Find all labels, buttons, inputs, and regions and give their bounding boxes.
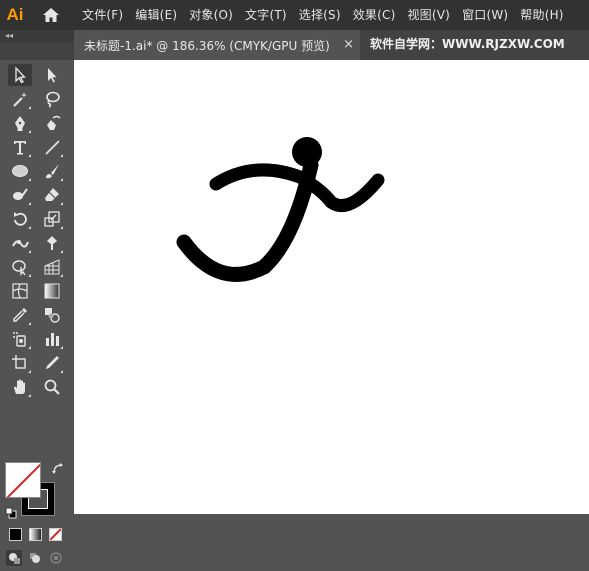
rotate-tool-icon[interactable] [8,208,32,230]
gradient-tool-icon[interactable] [40,280,64,302]
zoom-tool-icon[interactable] [40,376,64,398]
menu-edit[interactable]: 编辑(E) [129,0,183,30]
lasso-tool-icon[interactable] [40,88,64,110]
selection-tool-icon[interactable] [8,64,32,86]
curvature-tool-icon[interactable] [40,112,64,134]
menu-help[interactable]: 帮助(H) [514,0,569,30]
none-button[interactable] [49,528,62,541]
draw-behind-icon[interactable] [27,550,43,566]
eraser-tool-icon[interactable] [40,184,64,206]
tools-panel [0,60,74,566]
shape-builder-tool-icon[interactable] [8,256,32,278]
menu-bar: Ai 文件(F) 编辑(E) 对象(O) 文字(T) 选择(S) 效果(C) 视… [0,0,589,30]
slice-tool-icon[interactable] [40,352,64,374]
hand-tool-icon[interactable] [8,376,32,398]
draw-normal-icon[interactable] [6,550,22,566]
draw-inside-icon[interactable] [48,550,64,566]
shaper-tool-icon[interactable] [8,184,32,206]
blend-tool-icon[interactable] [40,304,64,326]
document-tab[interactable]: 未标题-1.ai* @ 186.36% (CMYK/GPU 预览) × [74,30,360,60]
watermark-site-label: 软件自学网：WWW.RJZXW.COM [370,37,565,51]
menu-effect[interactable]: 效果(C) [347,0,402,30]
menu-file[interactable]: 文件(F) [76,0,129,30]
paintbrush-tool-icon[interactable] [40,160,64,182]
menu-type[interactable]: 文字(T) [239,0,293,30]
fill-swatch[interactable] [5,462,41,498]
column-graph-tool-icon[interactable] [40,328,64,350]
type-tool-icon[interactable] [8,136,32,158]
width-tool-icon[interactable] [8,232,32,254]
menu-window[interactable]: 窗口(W) [456,0,514,30]
head-circle [292,137,322,167]
direct-selection-tool-icon[interactable] [40,64,64,86]
close-tab-icon[interactable]: × [343,37,354,52]
color-button[interactable] [9,528,22,541]
puppet-warp-tool-icon[interactable] [40,232,64,254]
pen-tool-icon[interactable] [8,112,32,134]
default-fill-stroke-icon[interactable] [5,506,17,519]
artboard-canvas[interactable] [74,60,589,514]
symbol-sprayer-tool-icon[interactable] [8,328,32,350]
menu-view[interactable]: 视图(V) [401,0,456,30]
fill-stroke-swatches [5,462,69,522]
artwork [176,137,385,282]
scale-tool-icon[interactable] [40,208,64,230]
menu-object[interactable]: 对象(O) [183,0,239,30]
perspective-grid-tool-icon[interactable] [40,256,64,278]
document-tab-bar: ◂◂ 未标题-1.ai* @ 186.36% (CMYK/GPU 预览) × 软… [0,30,589,60]
home-icon[interactable] [40,4,62,26]
panel-collapse-button[interactable]: ◂◂ [0,30,74,42]
eyedropper-tool-icon[interactable] [8,304,32,326]
stroke-figure-path [176,157,319,282]
menu-select[interactable]: 选择(S) [293,0,347,30]
mesh-tool-icon[interactable] [8,280,32,302]
line-segment-tool-icon[interactable] [40,136,64,158]
magic-wand-tool-icon[interactable] [8,88,32,110]
gradient-button[interactable] [29,528,42,541]
swap-fill-stroke-icon[interactable] [51,462,65,476]
document-tab-title: 未标题-1.ai* @ 186.36% (CMYK/GPU 预览) [84,38,330,53]
illustrator-logo: Ai [6,5,24,24]
artboard-tool-icon[interactable] [8,352,32,374]
ellipse-tool-icon[interactable] [8,160,32,182]
